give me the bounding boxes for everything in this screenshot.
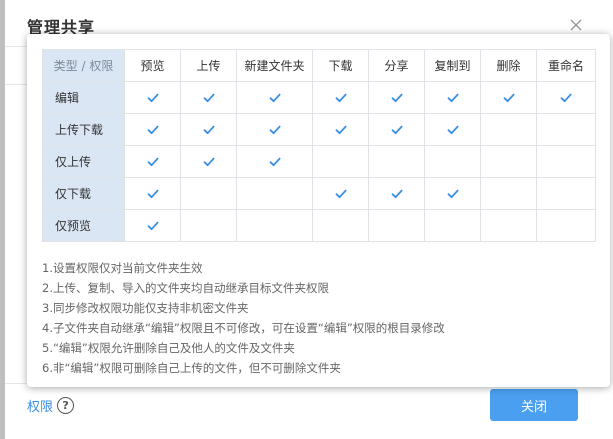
permission-cell — [236, 113, 313, 146]
note-item: 2.上传、复制、导入的文件夹均自动继承目标文件夹权限 — [42, 281, 329, 295]
permission-cell — [536, 81, 596, 114]
check-icon — [503, 91, 515, 105]
check-icon — [335, 123, 347, 137]
check-icon — [335, 187, 347, 201]
permission-cell — [312, 209, 369, 242]
permission-link-label[interactable]: 权限 — [27, 396, 53, 415]
check-icon — [447, 91, 459, 105]
check-icon — [269, 155, 281, 169]
permission-cell — [312, 81, 369, 114]
permission-cell — [180, 177, 237, 210]
row-label: 上传下载 — [42, 113, 125, 146]
permission-cell — [236, 209, 313, 242]
check-icon — [391, 123, 403, 137]
permission-cell — [236, 81, 313, 114]
permission-cell — [480, 81, 537, 114]
check-icon — [335, 91, 347, 105]
row-label: 仅下载 — [42, 177, 125, 210]
check-icon — [391, 187, 403, 201]
check-icon — [269, 123, 281, 137]
close-icon[interactable] — [569, 18, 583, 32]
permission-cell — [368, 209, 425, 242]
help-icon[interactable]: ? — [57, 397, 75, 414]
permission-cell — [424, 177, 481, 210]
close-button[interactable]: 关闭 — [490, 389, 578, 421]
permission-table: 类型 / 权限 预览 上传 新建文件夹 下载 分享 复制到 删除 重命名 编辑 上传下载 仅上传仅… — [42, 49, 596, 242]
permission-cell — [480, 145, 537, 178]
note-item: 6.非“编辑”权限可删除自己上传的文件，但不可删除文件夹 — [42, 361, 341, 375]
permission-cell — [424, 209, 481, 242]
permission-cell — [536, 209, 596, 242]
row-label: 仅预览 — [42, 209, 125, 242]
note-item: 1.设置权限仅对当前文件夹生效 — [42, 261, 203, 275]
permission-cell — [124, 145, 181, 178]
note-item: 5.“编辑”权限允许删除自己及他人的文件及文件夹 — [42, 341, 295, 355]
check-icon — [147, 155, 159, 169]
permission-notes: 1.设置权限仅对当前文件夹生效 2.上传、复制、导入的文件夹均自动继承目标文件夹权… — [42, 258, 602, 378]
permission-cell — [312, 113, 369, 146]
note-item: 4.子文件夹自动继承“编辑”权限且不可修改，可在设置“编辑”权限的根目录修改 — [42, 321, 445, 335]
permission-cell — [312, 145, 369, 178]
check-icon — [203, 91, 215, 105]
check-icon — [147, 187, 159, 201]
permission-cell — [536, 113, 596, 146]
permission-cell — [536, 145, 596, 178]
check-icon — [147, 123, 159, 137]
column-header: 下载 — [312, 49, 369, 82]
permission-cell — [124, 113, 181, 146]
check-icon — [147, 219, 159, 233]
permission-cell — [368, 81, 425, 114]
column-header: 上传 — [180, 49, 237, 82]
column-header: 新建文件夹 — [236, 49, 313, 82]
column-header: 分享 — [368, 49, 425, 82]
permission-cell — [536, 177, 596, 210]
table-row: 仅下载 — [42, 177, 596, 210]
permission-cell — [180, 113, 237, 146]
column-header: 复制到 — [424, 49, 481, 82]
row-label: 仅上传 — [42, 145, 125, 178]
check-icon — [203, 123, 215, 137]
column-header: 重命名 — [536, 49, 596, 82]
permission-cell — [480, 177, 537, 210]
permission-cell — [180, 209, 237, 242]
permission-cell — [368, 145, 425, 178]
permission-cell — [236, 145, 313, 178]
divider — [5, 84, 27, 85]
permission-cell — [124, 81, 181, 114]
permission-cell — [424, 113, 481, 146]
permission-cell — [180, 81, 237, 114]
table-header-row: 类型 / 权限 预览 上传 新建文件夹 下载 分享 复制到 删除 重命名 — [42, 49, 596, 82]
permission-popover: 类型 / 权限 预览 上传 新建文件夹 下载 分享 复制到 删除 重命名 编辑 上传下载 仅上传仅… — [27, 34, 610, 387]
permission-cell — [424, 81, 481, 114]
check-icon — [447, 123, 459, 137]
permission-cell — [312, 177, 369, 210]
permission-cell — [368, 113, 425, 146]
check-icon — [447, 187, 459, 201]
permission-cell — [368, 177, 425, 210]
table-row: 仅上传 — [42, 145, 596, 178]
check-icon — [391, 91, 403, 105]
permission-cell — [236, 177, 313, 210]
check-icon — [269, 91, 281, 105]
table-row: 编辑 — [42, 81, 596, 114]
permission-cell — [480, 113, 537, 146]
table-row: 仅预览 — [42, 209, 596, 242]
check-icon — [560, 91, 572, 105]
check-icon — [203, 155, 215, 169]
divider — [5, 46, 27, 47]
column-header: 删除 — [480, 49, 537, 82]
permission-cell — [124, 177, 181, 210]
table-row: 上传下载 — [42, 113, 596, 146]
permission-cell — [424, 145, 481, 178]
note-item: 3.同步修改权限功能仅支持非机密文件夹 — [42, 301, 249, 315]
corner-header: 类型 / 权限 — [42, 49, 125, 82]
check-icon — [147, 91, 159, 105]
permission-cell — [480, 209, 537, 242]
permission-cell — [180, 145, 237, 178]
row-label: 编辑 — [42, 81, 125, 114]
permission-help-link[interactable]: 权限 ? — [27, 396, 75, 415]
column-header: 预览 — [124, 49, 181, 82]
divider — [5, 383, 27, 384]
permission-cell — [124, 209, 181, 242]
